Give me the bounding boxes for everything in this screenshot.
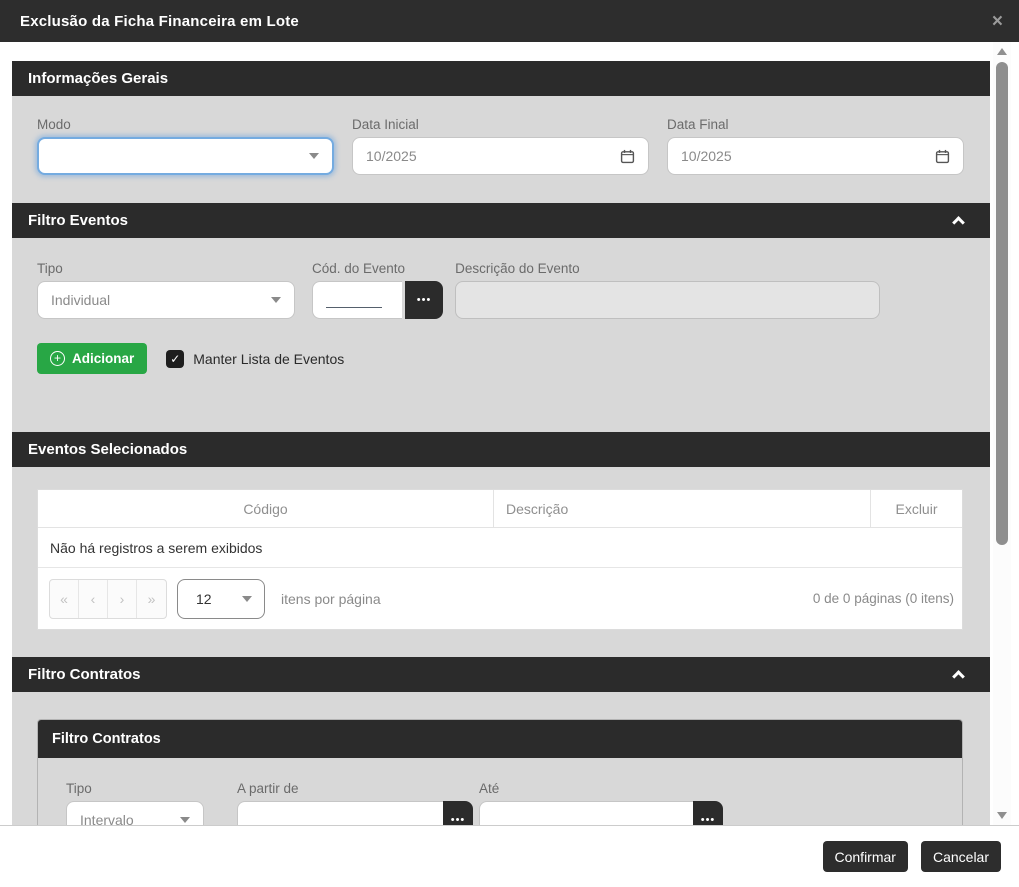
- dialog-footer: Confirmar Cancelar: [0, 825, 1019, 887]
- tipo-evento-value: Individual: [51, 292, 110, 308]
- plus-circle-icon: +: [50, 351, 65, 366]
- dialog-header: Exclusão da Ficha Financeira em Lote ×: [0, 0, 1019, 42]
- section-header-filtro-contratos[interactable]: Filtro Contratos: [12, 657, 990, 692]
- chevron-down-icon: [242, 596, 252, 602]
- dialog-title: Exclusão da Ficha Financeira em Lote: [20, 13, 299, 30]
- tipo-evento-field: Tipo Individual: [37, 260, 295, 319]
- chevron-down-icon: [180, 817, 190, 823]
- section-title: Informações Gerais: [28, 70, 168, 87]
- data-final-field: Data Final 10/2025: [667, 116, 964, 175]
- data-inicial-field: Data Inicial 10/2025: [352, 116, 649, 175]
- pager-prev-button[interactable]: ‹: [79, 580, 108, 618]
- a-partir-de-input[interactable]: [237, 801, 443, 825]
- table-empty-row: Não há registros a serem exibidos: [38, 528, 962, 568]
- table-pager: « ‹ › » 12 itens por página 0 de 0 págin…: [38, 568, 962, 629]
- modo-label: Modo: [37, 116, 334, 133]
- a-partir-de-label: A partir de: [237, 780, 473, 797]
- data-final-label: Data Final: [667, 116, 964, 133]
- table-header-row: Código Descrição Excluir: [38, 490, 962, 528]
- eventos-fields-row: Tipo Individual Cód. do Evento •••: [12, 238, 990, 319]
- cod-evento-input[interactable]: [312, 281, 402, 319]
- a-partir-de-lookup-button[interactable]: •••: [443, 801, 473, 825]
- modo-field: Modo: [37, 116, 334, 175]
- scrollbar[interactable]: [993, 42, 1011, 825]
- check-icon: ✓: [170, 352, 180, 366]
- scrollbar-thumb[interactable]: [996, 62, 1008, 545]
- content-panel: Informações Gerais Modo Data Inicial 10/…: [12, 61, 990, 825]
- tipo-contrato-select[interactable]: Intervalo: [66, 801, 204, 825]
- ate-lookup-button[interactable]: •••: [693, 801, 723, 825]
- chevron-up-icon[interactable]: [952, 670, 965, 683]
- items-per-page-label: itens por página: [281, 591, 381, 607]
- general-fields-row: Modo Data Inicial 10/2025: [12, 96, 990, 203]
- scroll-up-icon[interactable]: [997, 48, 1007, 55]
- column-header-excluir: Excluir: [871, 490, 962, 527]
- chevron-down-icon: [271, 297, 281, 303]
- pager-button-group: « ‹ › »: [49, 579, 167, 619]
- ate-input[interactable]: [479, 801, 693, 825]
- page-size-select[interactable]: 12: [177, 579, 265, 619]
- panel-title: Filtro Contratos: [52, 731, 161, 747]
- pager-summary: 0 de 0 páginas (0 itens): [813, 591, 954, 606]
- descricao-evento-label: Descrição do Evento: [455, 260, 880, 277]
- filtro-contratos-panel-header: Filtro Contratos: [38, 720, 962, 758]
- descricao-evento-field: Descrição do Evento: [455, 260, 880, 319]
- ate-label: Até: [479, 780, 723, 797]
- calendar-icon[interactable]: [620, 149, 635, 164]
- eventos-actions-row: + Adicionar ✓ Manter Lista de Eventos: [12, 319, 990, 374]
- section-title: Filtro Contratos: [28, 666, 141, 683]
- chevron-up-icon[interactable]: [952, 216, 965, 229]
- data-final-value: 10/2025: [681, 148, 732, 164]
- dialog-body: Informações Gerais Modo Data Inicial 10/…: [0, 42, 1019, 825]
- data-inicial-input[interactable]: 10/2025: [352, 137, 649, 175]
- eventos-table: Código Descrição Excluir Não há registro…: [37, 489, 963, 630]
- tipo-label: Tipo: [37, 260, 295, 277]
- batch-deletion-dialog: Exclusão da Ficha Financeira em Lote × I…: [0, 0, 1019, 887]
- cod-evento-lookup-button[interactable]: •••: [405, 281, 443, 319]
- tipo-evento-select[interactable]: Individual: [37, 281, 295, 319]
- pager-first-button[interactable]: «: [50, 580, 79, 618]
- scroll-down-icon[interactable]: [997, 812, 1007, 819]
- contratos-fields-row: Tipo Intervalo A partir de •••: [38, 758, 962, 825]
- confirmar-button[interactable]: Confirmar: [823, 841, 908, 872]
- descricao-evento-input: [455, 281, 880, 319]
- section-header-eventos-selecionados: Eventos Selecionados: [12, 432, 990, 467]
- cod-evento-label: Cód. do Evento: [312, 260, 405, 277]
- section-header-filtro-eventos[interactable]: Filtro Eventos: [12, 203, 990, 238]
- data-final-input[interactable]: 10/2025: [667, 137, 964, 175]
- cancelar-button[interactable]: Cancelar: [921, 841, 1001, 872]
- column-header-descricao: Descrição: [494, 490, 871, 527]
- data-inicial-value: 10/2025: [366, 148, 417, 164]
- tipo-contrato-field: Tipo Intervalo: [66, 780, 204, 825]
- tipo-contrato-value: Intervalo: [80, 812, 134, 825]
- chevron-down-icon: [309, 153, 319, 159]
- adicionar-button[interactable]: + Adicionar: [37, 343, 147, 374]
- filtro-contratos-panel: Filtro Contratos Tipo Intervalo A partir…: [37, 719, 963, 825]
- section-title: Eventos Selecionados: [28, 441, 187, 458]
- adicionar-label: Adicionar: [72, 351, 134, 366]
- close-icon[interactable]: ×: [992, 12, 1003, 31]
- modo-select[interactable]: [37, 137, 334, 175]
- column-header-codigo: Código: [38, 490, 494, 527]
- pager-next-button[interactable]: ›: [108, 580, 137, 618]
- pager-last-button[interactable]: »: [137, 580, 166, 618]
- section-title: Filtro Eventos: [28, 212, 128, 229]
- calendar-icon[interactable]: [935, 149, 950, 164]
- ate-field: Até •••: [479, 780, 723, 825]
- a-partir-de-field: A partir de •••: [237, 780, 473, 825]
- cod-evento-field: Cód. do Evento •••: [312, 260, 443, 319]
- manter-lista-checkbox[interactable]: ✓: [166, 350, 184, 368]
- section-header-informacoes-gerais: Informações Gerais: [12, 61, 990, 96]
- input-mask-line: [326, 293, 382, 308]
- page-size-value: 12: [196, 591, 212, 607]
- manter-lista-label: Manter Lista de Eventos: [193, 351, 344, 367]
- tipo-contrato-label: Tipo: [66, 780, 204, 797]
- data-inicial-label: Data Inicial: [352, 116, 649, 133]
